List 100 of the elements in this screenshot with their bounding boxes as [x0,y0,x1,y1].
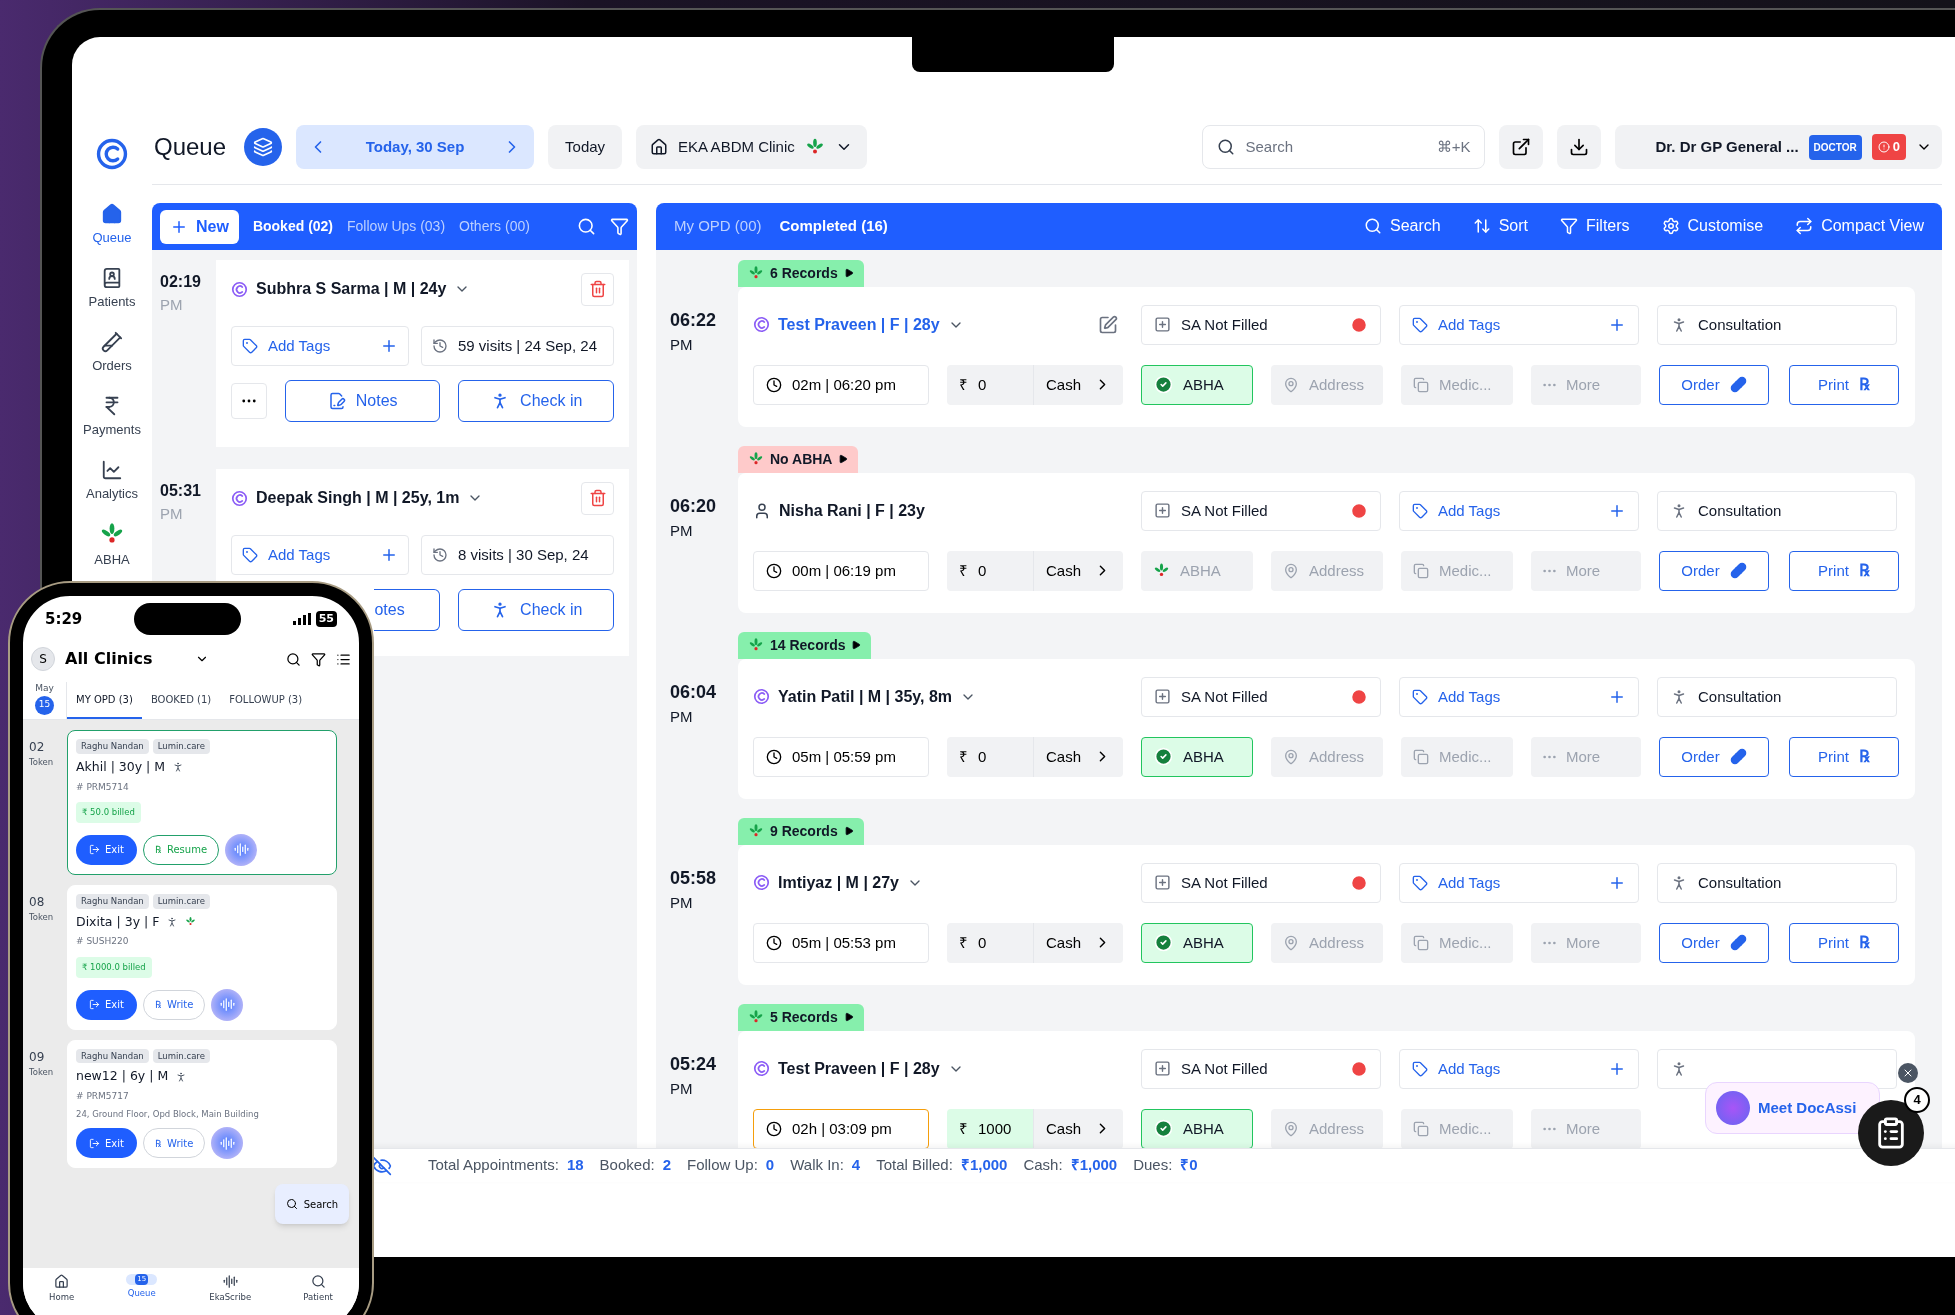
download-button[interactable] [1557,125,1602,169]
payment-mode-button[interactable]: Cash [1033,550,1123,591]
voice-button[interactable] [211,988,244,1021]
order-button[interactable]: Order [1659,922,1769,963]
queue-view-button[interactable] [244,128,283,166]
toolbar-button[interactable]: Customise [1661,214,1764,239]
delete-button[interactable] [581,272,614,306]
prescription-button[interactable]: ℞ Write [142,1128,206,1159]
add-tags-button[interactable]: Add Tags [1399,1048,1639,1089]
toolbar-button[interactable]: Sort [1472,214,1528,239]
phone-tab[interactable]: FOLLOWUP (3) [220,682,312,719]
visit-type-field[interactable]: Consultation [1657,490,1897,531]
add-tags-button[interactable]: Add Tags [1399,490,1639,531]
delete-button[interactable] [581,481,614,515]
phone-tab[interactable]: BOOKED (1) [141,682,221,719]
add-tags-button[interactable]: Add Tags [231,535,409,575]
token-card[interactable]: Raghu Nandan Lumin.care Akhil | 30y | M # PRM5714 ₹ 50.0 billed Exit ℞ Resume [67,730,337,875]
filter-icon[interactable] [311,651,326,667]
sa-status-field[interactable]: SA Not Filled [1141,1048,1381,1089]
list-icon[interactable] [336,651,351,667]
amount-field[interactable]: ₹ 1000 [947,1108,1033,1148]
token-card[interactable]: Raghu Nandan Lumin.care new12 | 6y | M # PRM5717 24, Ground Floor, Opd Block, Main Building Exit ℞ Write [67,1039,337,1169]
exit-button[interactable]: Exit [76,989,137,1020]
assistant-popup[interactable]: Meet DocAssi [1705,1082,1880,1134]
add-tags-button[interactable]: Add Tags [231,326,409,366]
print-button[interactable]: Print ℞ [1789,922,1899,963]
new-button[interactable]: New [160,209,239,244]
toolbar-button[interactable]: Compact View [1795,214,1924,239]
search-button[interactable]: Search [274,1184,349,1225]
sa-status-field[interactable]: SA Not Filled [1141,304,1381,345]
voice-button[interactable] [225,833,258,866]
sa-status-field[interactable]: SA Not Filled [1141,490,1381,531]
check-in-button[interactable]: Check in [458,589,614,631]
payment-mode-button[interactable]: Cash [1033,922,1123,963]
edit-icon[interactable] [1098,314,1118,335]
nav-item[interactable]: Home [49,1274,75,1304]
abha-button[interactable]: ABHA [1141,922,1253,963]
payment-mode-button[interactable]: Cash [1033,736,1123,777]
date-selector[interactable]: Today, 30 Sep [296,125,535,169]
exit-button[interactable]: Exit [76,834,137,865]
queue-tab[interactable]: Booked (02) [252,216,334,237]
completed-tab[interactable]: Completed (16) [779,215,888,238]
nav-item[interactable]: EkaScribe [209,1274,252,1304]
prescription-button[interactable]: ℞ Write [142,989,206,1020]
order-button[interactable]: Order [1659,736,1769,777]
records-badge[interactable]: 9 Records [738,817,864,845]
order-button[interactable]: Order [1659,364,1769,405]
prescription-button[interactable]: ℞ Resume [142,834,220,865]
search-input[interactable]: Search [1245,135,1427,159]
check-in-button[interactable]: Check in [458,380,614,422]
amount-field[interactable]: ₹ 0 [947,364,1033,405]
records-badge[interactable]: No ABHA [738,445,859,473]
queue-tab[interactable]: Follow Ups (03) [347,216,446,237]
amount-field[interactable]: ₹ 0 [947,550,1033,591]
order-button[interactable]: Order [1659,550,1769,591]
notes-button[interactable]: otes [374,589,441,631]
open-external-button[interactable] [1499,125,1544,169]
visit-type-field[interactable]: Consultation [1657,304,1897,345]
clinic-selector[interactable]: EKA ABDM Clinic [636,125,867,169]
notes-button[interactable]: Notes [284,380,441,422]
nav-item[interactable]: Patient [303,1274,333,1304]
sa-status-field[interactable]: SA Not Filled [1141,676,1381,717]
records-badge[interactable]: 14 Records [738,631,872,659]
toolbar-button[interactable]: Search [1363,214,1441,239]
abha-button[interactable]: ABHA [1141,364,1253,405]
patient-name[interactable]: Test Praveen | F | 28y [778,312,940,337]
print-button[interactable]: Print ℞ [1789,364,1899,405]
sidebar-item[interactable]: Patients [88,257,136,321]
sa-status-field[interactable]: SA Not Filled [1141,862,1381,903]
print-button[interactable]: Print ℞ [1789,550,1899,591]
records-badge[interactable]: 6 Records [738,259,864,287]
toolbar-button[interactable]: Filters [1560,214,1630,239]
sidebar-item[interactable]: ABHA [94,513,130,577]
token-card[interactable]: Raghu Nandan Lumin.care Dixita | 3y | F # SUSH220 ₹ 1000.0 billed Exit ℞ Write [67,884,337,1030]
abha-button[interactable]: ABHA [1141,1108,1253,1148]
print-button[interactable]: Print ℞ [1789,736,1899,777]
completed-tab[interactable]: My OPD (00) [674,215,762,238]
doctor-menu[interactable]: Dr. Dr GP General ... DOCTOR 0 [1615,125,1942,169]
clinic-selector[interactable]: All Clinics [65,647,185,671]
sidebar-item[interactable]: Analytics [86,449,138,513]
amount-field[interactable]: ₹ 0 [947,736,1033,777]
voice-button[interactable] [211,1127,244,1160]
today-button[interactable]: Today [548,125,623,169]
add-tags-button[interactable]: Add Tags [1399,304,1639,345]
hide-icon[interactable] [372,1155,392,1176]
visit-type-field[interactable]: Consultation [1657,862,1897,903]
amount-field[interactable]: ₹ 0 [947,922,1033,963]
payment-mode-button[interactable]: Cash [1033,1108,1123,1148]
sidebar-item[interactable]: Payments [83,385,141,449]
exit-button[interactable]: Exit [76,1128,137,1159]
payment-mode-button[interactable]: Cash [1033,364,1123,405]
add-tags-button[interactable]: Add Tags [1399,862,1639,903]
sidebar-item[interactable]: Orders [92,321,132,385]
add-tags-button[interactable]: Add Tags [1399,676,1639,717]
visit-type-field[interactable]: Consultation [1657,676,1897,717]
search-field[interactable]: Search ⌘+K [1202,125,1486,169]
records-badge[interactable]: 5 Records [738,1003,864,1031]
sidebar-item[interactable]: Queue [92,193,132,257]
queue-tab[interactable]: Others (00) [459,216,530,237]
search-icon[interactable] [286,651,301,667]
